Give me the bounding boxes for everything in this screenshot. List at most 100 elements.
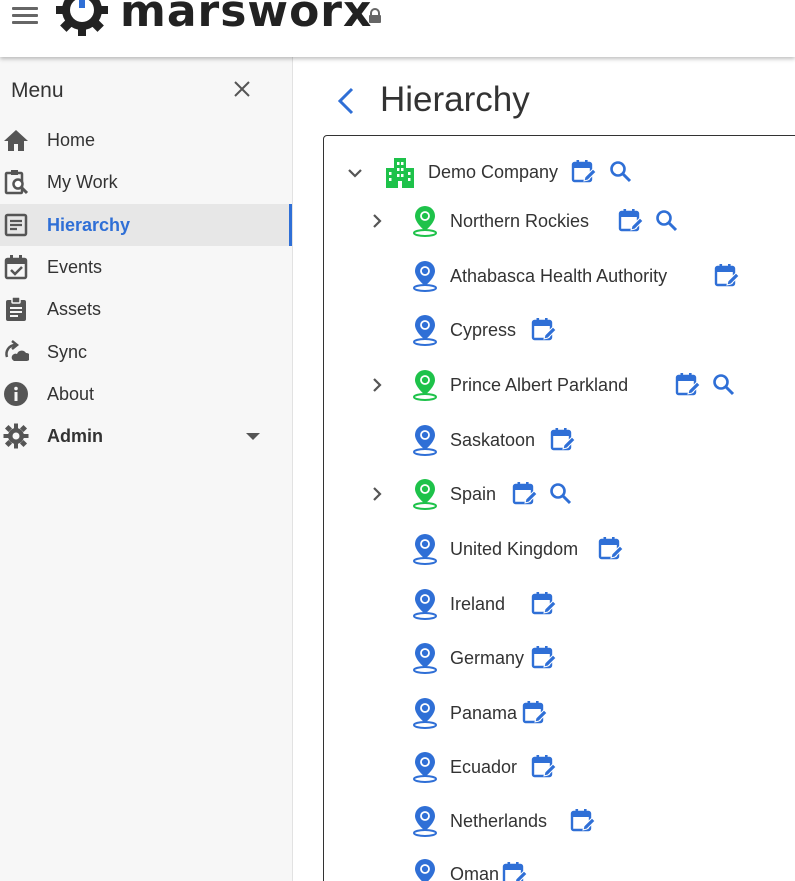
calendar-check-icon — [1, 254, 31, 280]
tree-node-label: Ecuador — [450, 757, 518, 777]
location-pin-icon — [415, 859, 435, 881]
hierarchy-tree: Demo Company Northern Rockies Athabasca H… — [323, 135, 795, 881]
chevron-down-icon[interactable] — [346, 164, 364, 182]
location-pin-icon — [413, 479, 437, 510]
lock-icon — [369, 8, 381, 23]
tree-node[interactable]: Prince Albert Parkland — [324, 367, 794, 403]
calendar-edit-icon[interactable] — [531, 754, 557, 780]
chevron-right-icon[interactable] — [368, 212, 386, 230]
chevron-down-icon[interactable] — [246, 433, 260, 440]
chevron-right-icon[interactable] — [368, 376, 386, 394]
tree-node[interactable]: Netherlands — [324, 803, 794, 839]
calendar-edit-icon[interactable] — [675, 372, 701, 398]
tree-node-label: Spain — [450, 484, 497, 504]
location-pin-icon — [413, 534, 437, 565]
calendar-edit-icon[interactable] — [570, 808, 596, 834]
building-icon — [386, 158, 414, 188]
search-icon[interactable] — [548, 481, 574, 507]
calendar-edit-icon[interactable] — [531, 591, 557, 617]
logo-wordmark: marsworx — [120, 0, 373, 37]
tree-node[interactable]: Panama — [324, 695, 794, 731]
sync-icon — [1, 339, 31, 365]
location-pin-icon — [413, 589, 437, 620]
tree-node[interactable]: Spain — [324, 476, 794, 512]
tree-node[interactable]: Germany — [324, 640, 794, 676]
location-pin-icon — [413, 261, 437, 292]
page-title: Hierarchy — [380, 80, 530, 119]
sidebar-item-admin[interactable]: Admin — [0, 415, 292, 457]
tree-node-label: Germany — [450, 648, 525, 668]
tree-node-root[interactable]: Demo Company — [324, 154, 794, 190]
tree-node-label: Athabasca Health Authority — [450, 266, 668, 286]
tree-node[interactable]: Athabasca Health Authority — [324, 258, 794, 294]
search-icon[interactable] — [711, 372, 737, 398]
calendar-edit-icon[interactable] — [571, 159, 597, 185]
location-pin-icon — [413, 698, 437, 729]
sidebar-item-label: Events — [47, 256, 103, 277]
location-pin-icon — [413, 752, 437, 783]
sidebar-item-label: Assets — [47, 298, 102, 319]
sidebar-item-label: Sync — [47, 341, 88, 362]
location-pin-icon — [413, 643, 437, 674]
clipboard-search-icon — [1, 169, 31, 195]
tree-node[interactable]: Ecuador — [324, 749, 794, 785]
tree-node[interactable]: Cypress — [324, 312, 794, 348]
sidebar-item-about[interactable]: About — [0, 373, 292, 415]
calendar-edit-icon[interactable] — [618, 208, 644, 234]
tree-node[interactable]: Oman — [324, 856, 794, 881]
app-header: marsworx — [0, 0, 795, 57]
sidebar-item-sync[interactable]: Sync — [0, 331, 292, 373]
sidebar: Menu Home My Work Hierarchy Events Asset… — [0, 57, 293, 881]
location-pin-icon — [413, 806, 437, 837]
sidebar-item-label: Hierarchy — [47, 214, 131, 235]
gear-icon — [1, 423, 31, 449]
tree-node-label: Demo Company — [428, 162, 559, 182]
tree-node-label: Cypress — [450, 320, 517, 340]
menu-title: Menu — [11, 79, 64, 102]
chevron-right-icon[interactable] — [368, 485, 386, 503]
search-icon[interactable] — [608, 159, 634, 185]
sidebar-item-label: About — [47, 383, 95, 404]
tree-node[interactable]: Northern Rockies — [324, 203, 794, 239]
sidebar-item-home[interactable]: Home — [0, 119, 292, 161]
calendar-edit-icon[interactable] — [531, 645, 557, 671]
calendar-edit-icon[interactable] — [550, 427, 577, 453]
calendar-edit-icon[interactable] — [714, 263, 740, 289]
tree-node-label: Netherlands — [450, 811, 548, 831]
tree-node-label: Saskatoon — [450, 430, 536, 450]
tree-node[interactable]: Ireland — [324, 586, 794, 622]
location-pin-icon — [413, 425, 437, 456]
back-arrow-icon[interactable] — [334, 86, 360, 116]
tree-node-label: Panama — [450, 703, 518, 723]
tree-node-label: United Kingdom — [450, 539, 579, 559]
location-pin-icon — [413, 315, 437, 346]
tree-node-label: Oman — [450, 864, 500, 881]
clipboard-list-icon — [1, 296, 31, 322]
search-icon[interactable] — [654, 208, 680, 234]
sidebar-item-events[interactable]: Events — [0, 246, 292, 288]
location-pin-icon — [413, 370, 437, 401]
calendar-edit-icon[interactable] — [522, 700, 548, 726]
info-icon — [1, 381, 31, 407]
sidebar-item-label: Admin — [47, 425, 103, 446]
close-icon[interactable] — [232, 79, 252, 99]
calendar-edit-icon[interactable] — [502, 861, 529, 881]
sidebar-item-label: My Work — [47, 171, 118, 192]
calendar-edit-icon[interactable] — [598, 536, 625, 562]
location-pin-icon — [413, 206, 437, 237]
tree-node-label: Ireland — [450, 594, 506, 614]
tree-node-label: Prince Albert Parkland — [450, 375, 629, 395]
home-icon — [1, 127, 31, 153]
sidebar-item-assets[interactable]: Assets — [0, 288, 292, 330]
logo-gear-icon — [56, 0, 108, 36]
tree-node[interactable]: Saskatoon — [324, 422, 794, 458]
sidebar-item-my-work[interactable]: My Work — [0, 161, 292, 203]
hamburger-menu-icon[interactable] — [12, 4, 38, 26]
sidebar-item-hierarchy[interactable]: Hierarchy — [0, 204, 292, 246]
calendar-edit-icon[interactable] — [512, 481, 538, 507]
tree-node-label: Northern Rockies — [450, 211, 590, 231]
calendar-edit-icon[interactable] — [531, 317, 557, 343]
sidebar-item-label: Home — [47, 129, 96, 150]
hierarchy-icon — [1, 212, 31, 238]
tree-node[interactable]: United Kingdom — [324, 531, 794, 567]
